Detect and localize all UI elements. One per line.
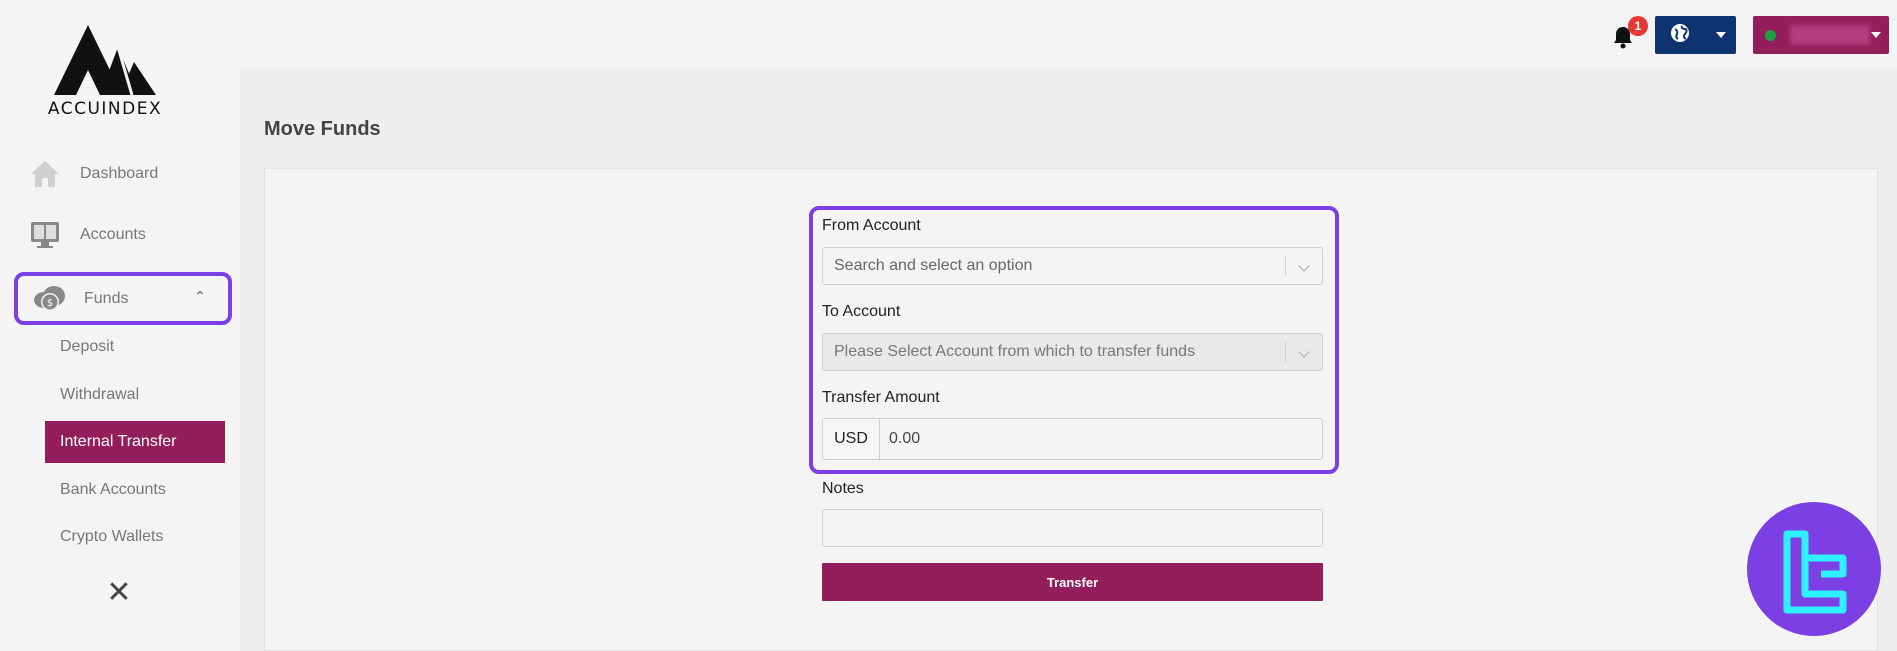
accounts-monitor-icon (28, 218, 62, 252)
transfer-button[interactable]: Transfer (822, 563, 1323, 601)
chevron-up-icon: ⌃ (194, 288, 206, 304)
select-divider (1285, 342, 1286, 362)
select-divider (1285, 256, 1286, 276)
language-button[interactable] (1655, 16, 1736, 54)
to-account-select[interactable]: Please Select Account from which to tran… (822, 333, 1323, 371)
transfer-amount-group: USD 0.00 (822, 418, 1323, 460)
from-account-select[interactable]: Search and select an option (822, 247, 1323, 285)
cloud-dollar-icon: $ (32, 282, 66, 316)
notification-badge: 1 (1628, 16, 1648, 36)
chevron-down-icon (1298, 260, 1310, 272)
svg-text:$: $ (47, 298, 53, 309)
redacted-username (1790, 25, 1870, 45)
currency-addon: USD (823, 419, 880, 459)
sidebar-subitem-internal-transfer[interactable]: Internal Transfer (45, 421, 225, 463)
close-icon[interactable]: ✕ (105, 576, 133, 609)
sidebar-subitem-crypto-wallets[interactable]: Crypto Wallets (45, 516, 225, 558)
transfer-amount-input[interactable]: 0.00 (880, 419, 1322, 459)
sidebar-item-funds[interactable]: $ Funds ⌃ (14, 272, 232, 325)
from-account-placeholder: Search and select an option (834, 257, 1033, 274)
sidebar-item-label: Funds (84, 289, 129, 307)
user-menu-button[interactable] (1753, 16, 1889, 54)
sidebar: ACCUINDEX Dashboard Accounts $ Funds ⌃ D… (0, 0, 240, 651)
top-bar (240, 0, 1897, 70)
sidebar-subitem-deposit[interactable]: Deposit (45, 326, 225, 368)
online-status-icon (1765, 29, 1776, 41)
home-icon (28, 157, 62, 191)
brand-name: ACCUINDEX (47, 99, 163, 119)
notes-label: Notes (822, 480, 864, 497)
caret-down-icon (1871, 32, 1881, 38)
sidebar-item-label: Dashboard (80, 165, 159, 182)
logo-mark-icon (54, 25, 156, 96)
to-account-label: To Account (822, 303, 901, 320)
sidebar-item-dashboard[interactable]: Dashboard (14, 149, 232, 199)
sidebar-subitem-withdrawal[interactable]: Withdrawal (45, 374, 225, 416)
from-account-label: From Account (822, 217, 921, 234)
sidebar-item-accounts[interactable]: Accounts (14, 210, 232, 260)
brand-logo[interactable]: ACCUINDEX (40, 22, 170, 122)
globe-icon (1669, 22, 1691, 49)
chevron-down-icon (1298, 346, 1310, 358)
sidebar-item-label: Accounts (80, 226, 146, 243)
transfer-amount-label: Transfer Amount (822, 389, 940, 406)
sidebar-subitem-bank-accounts[interactable]: Bank Accounts (45, 469, 225, 511)
notes-input[interactable] (822, 509, 1323, 547)
watermark-logo (1747, 502, 1881, 636)
page-title: Move Funds (264, 118, 381, 140)
to-account-placeholder: Please Select Account from which to tran… (834, 343, 1196, 360)
caret-down-icon (1716, 32, 1726, 38)
